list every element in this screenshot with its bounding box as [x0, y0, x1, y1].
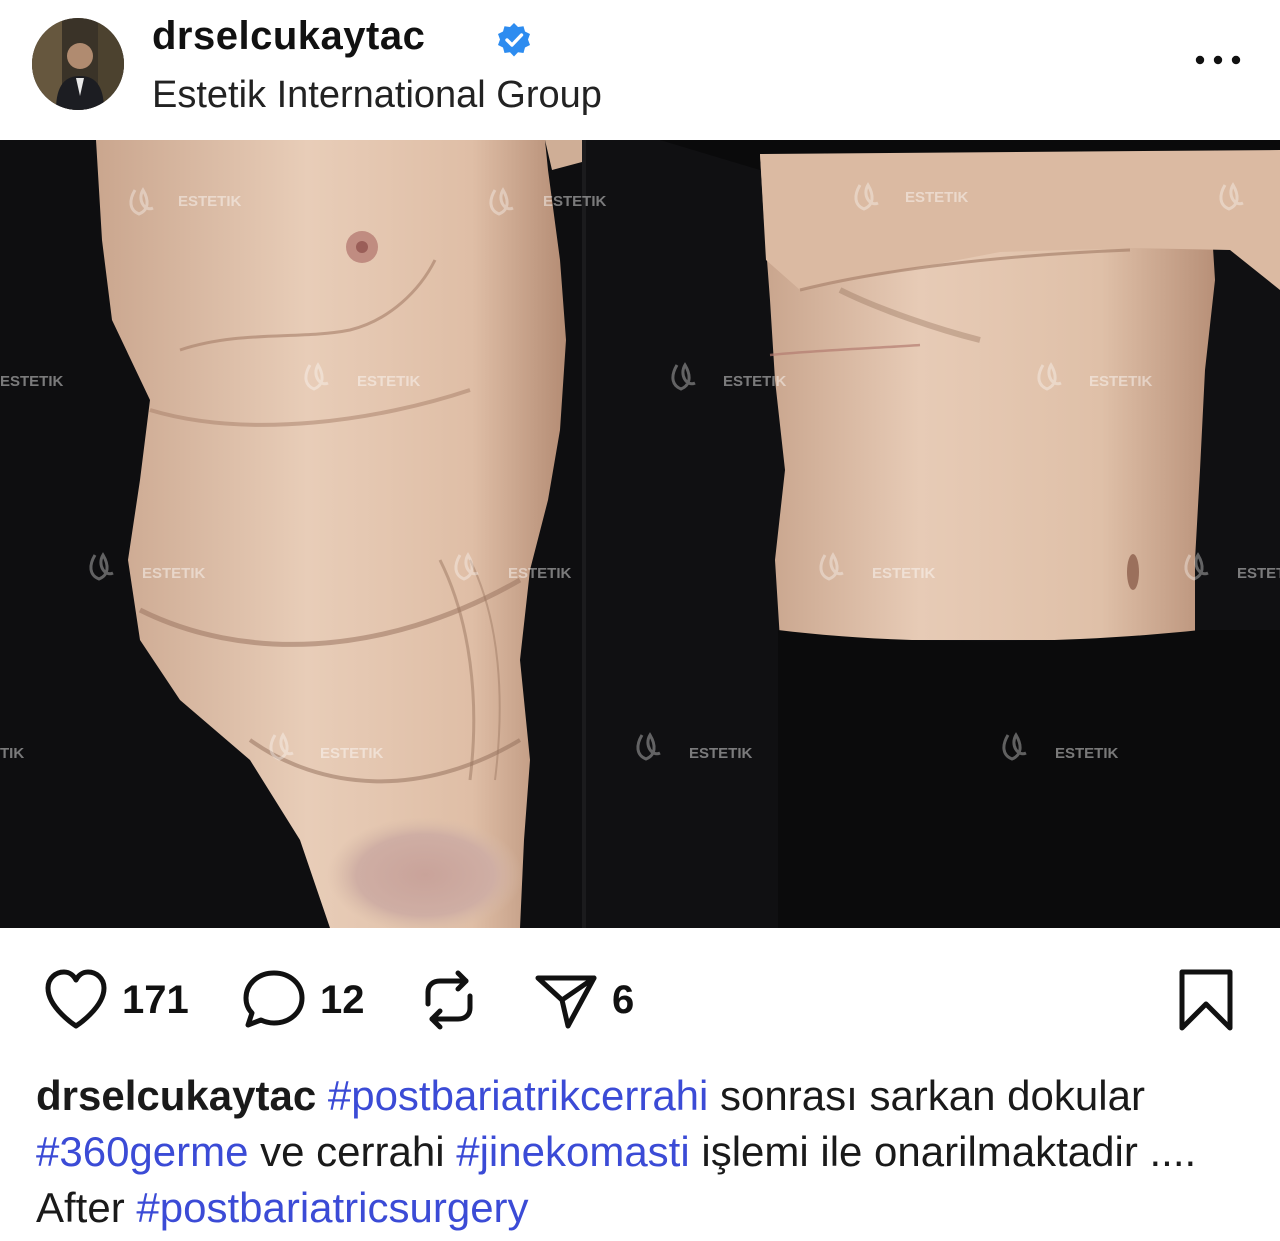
caption-text: ve cerrahi	[248, 1128, 457, 1175]
share-count: 6	[612, 977, 635, 1022]
bookmark-icon	[1179, 969, 1233, 1031]
like-count: 171	[122, 977, 189, 1022]
share-button[interactable]: 6	[530, 940, 634, 1060]
hashtag-link[interactable]: #postbariatrikcerrahi	[328, 1072, 709, 1119]
svg-text:ESTETIK: ESTETIK	[689, 745, 753, 762]
post-caption: drselcukaytac #postbariatrikcerrahi sonr…	[36, 1068, 1246, 1236]
svg-text:TIK: TIK	[0, 745, 24, 762]
hashtag-link[interactable]: #jinekomasti	[456, 1128, 689, 1175]
save-button[interactable]	[1170, 940, 1242, 1060]
svg-text:ESTETIK: ESTETIK	[142, 565, 206, 582]
hashtag-link[interactable]: #postbariatricsurgery	[136, 1184, 528, 1231]
svg-text:ESTETIK: ESTETIK	[178, 193, 242, 210]
svg-text:ESTETIK: ESTETIK	[1089, 373, 1153, 390]
post-actions-bar: 171 12 6	[0, 940, 1280, 1060]
svg-text:ESTETIK: ESTETIK	[357, 373, 421, 390]
more-options-icon[interactable]	[1190, 42, 1246, 78]
verified-badge-icon	[498, 23, 530, 57]
svg-text:ESTETIK: ESTETIK	[1055, 745, 1119, 762]
send-icon	[535, 975, 597, 1029]
heart-icon	[45, 969, 107, 1029]
post-location[interactable]: Estetik International Group	[152, 74, 602, 117]
svg-text:ESTETIK: ESTETIK	[872, 565, 936, 582]
comment-button[interactable]: 12	[238, 940, 365, 1060]
repost-icon	[425, 970, 473, 1030]
post-header: drselcukaytac Estetik International Grou…	[0, 0, 1280, 140]
comment-icon	[243, 970, 305, 1028]
caption-username[interactable]: drselcukaytac	[36, 1072, 316, 1119]
svg-text:ESTETIK: ESTETIK	[723, 373, 787, 390]
svg-text:ESTETIK: ESTETIK	[508, 565, 572, 582]
repost-button[interactable]	[416, 940, 482, 1060]
caption-text: sonrası sarkan dokular	[708, 1072, 1145, 1119]
post-image[interactable]: ESTETIK ESTETIK ESTETIK ESTETIK ESTETIK …	[0, 140, 1280, 928]
svg-text:ESTETIK: ESTETIK	[905, 189, 969, 206]
svg-text:ESTETIK: ESTETIK	[543, 193, 607, 210]
like-button[interactable]: 171	[40, 940, 189, 1060]
svg-text:ESTETIK: ESTETIK	[0, 373, 64, 390]
hashtag-link[interactable]: #360germe	[36, 1128, 248, 1175]
profile-avatar[interactable]	[32, 18, 124, 110]
svg-text:ESTETIK: ESTETIK	[320, 745, 384, 762]
post-username[interactable]: drselcukaytac	[152, 14, 425, 59]
comment-count: 12	[320, 977, 365, 1022]
svg-text:ESTET: ESTET	[1237, 565, 1280, 582]
